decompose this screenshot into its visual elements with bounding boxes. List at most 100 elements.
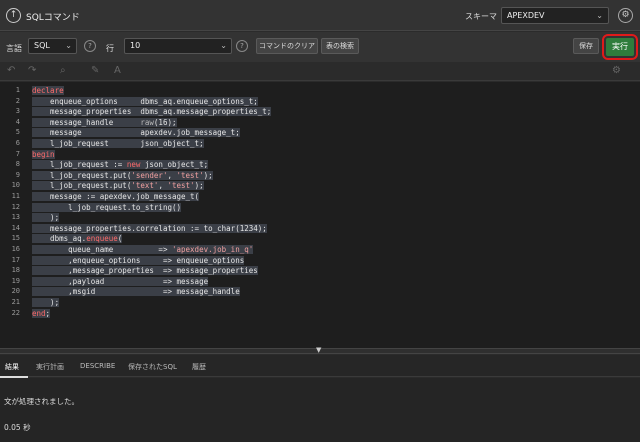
code-token: new bbox=[126, 160, 141, 170]
line-number: 19 bbox=[11, 276, 20, 285]
code-line[interactable]: message_handle raw(16); bbox=[32, 117, 177, 127]
code-line[interactable]: begin bbox=[32, 149, 55, 159]
code-line[interactable]: message apexdev.job_message_t; bbox=[32, 128, 240, 138]
code-token: message := apexdev.job_message_t( bbox=[32, 192, 200, 201]
code-line[interactable]: declare bbox=[32, 86, 64, 95]
results-tabs: 結果 実行計画 DESCRIBE 保存されたSQL 履歴 bbox=[0, 355, 640, 377]
line-number: 1 bbox=[15, 86, 20, 94]
code-line[interactable]: ,enqueue_options => enqueue_options bbox=[32, 255, 245, 265]
code-line[interactable]: message_properties dbms_aq.message_prope… bbox=[32, 107, 272, 117]
results-panel: 文が処理されました。 0.05 秒 bbox=[0, 378, 640, 442]
code-token: l_job_request.to_string() bbox=[32, 202, 182, 212]
code-line[interactable]: l_job_request.put('text', 'test'); bbox=[32, 181, 204, 191]
rows-label: 行 bbox=[106, 44, 114, 53]
code-token: json_object_t; bbox=[140, 160, 209, 170]
find-tables-button[interactable]: 表の検索 bbox=[321, 38, 359, 54]
tab-2[interactable]: DESCRIBE bbox=[80, 362, 115, 370]
code-token: message apexdev.job_message_t; bbox=[32, 128, 240, 138]
code-token: queue_name => bbox=[32, 245, 172, 254]
rows-value: 10 bbox=[130, 41, 141, 50]
undo-icon[interactable]: ↶ bbox=[7, 65, 15, 76]
line-number-gutter: 1 2 3 4 5 6 7 8 9 10 11 12 13 14 15 16 17 18 19 20 21 22 bbox=[0, 82, 24, 348]
code-line[interactable]: dbms_aq.enqueue( bbox=[32, 234, 123, 244]
code-line[interactable]: ); bbox=[32, 298, 60, 307]
selected-text: l_job_request.put('sender', 'test'); bbox=[32, 170, 213, 180]
code-token: ,enqueue_options => enqueue_options bbox=[32, 255, 245, 265]
text-format-icon[interactable]: A bbox=[114, 65, 121, 76]
code-line[interactable]: message_properties.correlation := to_cha… bbox=[32, 223, 267, 233]
page-title: SQLコマンド bbox=[26, 13, 80, 23]
code-editor[interactable]: 1 2 3 4 5 6 7 8 9 10 11 12 13 14 15 16 17 18 19 20 21 22 decl… bbox=[0, 82, 640, 348]
code-line[interactable]: ,payload => message bbox=[32, 276, 209, 286]
settings-icon[interactable]: ⚙ bbox=[618, 8, 633, 23]
rows-input[interactable]: 10 ⌄ bbox=[124, 38, 232, 54]
selected-text: ,payload => message bbox=[32, 276, 209, 286]
code-line[interactable]: ,msgid => message_handle bbox=[32, 287, 240, 297]
line-number: 15 bbox=[11, 234, 20, 243]
code-token: ,message_properties => message_propertie… bbox=[32, 266, 258, 276]
collapse-arrow-icon[interactable]: ▼ bbox=[316, 346, 321, 354]
code-token: l_job_request := bbox=[32, 160, 127, 170]
code-token: ; bbox=[45, 308, 51, 318]
top-bar: ↑ SQLコマンド スキーマ APEXDEV ⌄ ⚙ bbox=[0, 0, 640, 31]
line-number: 11 bbox=[11, 192, 20, 200]
selected-text: message := apexdev.job_message_t( bbox=[32, 192, 200, 201]
line-number: 4 bbox=[15, 117, 20, 126]
line-number: 3 bbox=[15, 107, 20, 116]
code-line[interactable]: ,message_properties => message_propertie… bbox=[32, 266, 258, 276]
wrench-icon[interactable]: ✎ bbox=[91, 65, 99, 76]
code-line[interactable]: l_job_request.to_string() bbox=[32, 202, 182, 212]
selected-text: dbms_aq.enqueue( bbox=[32, 234, 123, 244]
code-token: (16); bbox=[153, 117, 177, 127]
code-line[interactable]: l_job_request := new json_object_t; bbox=[32, 160, 209, 170]
code-token: message_properties dbms_aq.message_prope… bbox=[32, 107, 272, 117]
code-line[interactable]: message := apexdev.job_message_t( bbox=[32, 192, 200, 201]
editor-settings-icon[interactable]: ⚙ bbox=[612, 65, 621, 76]
save-button[interactable]: 保存 bbox=[573, 38, 599, 54]
code-token: 'test' bbox=[176, 170, 204, 180]
selected-text: begin bbox=[32, 149, 55, 159]
language-select[interactable]: SQL ⌄ bbox=[28, 38, 77, 54]
code-token: ,msgid => message_handle bbox=[32, 287, 240, 297]
schema-select[interactable]: APEXDEV ⌄ bbox=[501, 7, 609, 24]
code-token: dbms_aq. bbox=[32, 234, 87, 244]
selected-text: l_job_request.to_string() bbox=[32, 202, 182, 212]
selected-text: message_properties dbms_aq.message_prope… bbox=[32, 107, 272, 117]
editor-toolbar: ↶ ↷ ⌕ ✎ A ⚙ bbox=[0, 62, 640, 81]
tab-0[interactable]: 結果 bbox=[5, 362, 19, 372]
code-line[interactable]: enqueue_options dbms_aq.enqueue_options_… bbox=[32, 96, 258, 106]
code-line[interactable]: end; bbox=[32, 308, 51, 318]
code-token: begin bbox=[32, 149, 55, 159]
clear-command-button[interactable]: コマンドのクリア bbox=[256, 38, 318, 54]
pane-splitter[interactable]: ▼ bbox=[0, 346, 640, 354]
help-icon[interactable]: ? bbox=[84, 40, 96, 52]
code-line[interactable]: l_job_request.put('sender', 'test'); bbox=[32, 170, 213, 180]
code-line[interactable]: l_job_request json_object_t; bbox=[32, 139, 204, 148]
line-number: 8 bbox=[15, 160, 20, 169]
code-token: l_job_request json_object_t; bbox=[32, 139, 204, 148]
line-number: 2 bbox=[15, 96, 20, 105]
selected-text: ); bbox=[32, 298, 60, 307]
code-token: message_properties.correlation := to_cha… bbox=[32, 223, 267, 233]
redo-icon[interactable]: ↷ bbox=[28, 65, 36, 76]
help-icon[interactable]: ? bbox=[236, 40, 248, 52]
code-token: enqueue_options dbms_aq.enqueue_options_… bbox=[32, 96, 258, 106]
run-button[interactable]: 実行 bbox=[606, 38, 634, 56]
arrow-up-icon[interactable]: ↑ bbox=[6, 8, 21, 23]
search-icon[interactable]: ⌕ bbox=[60, 65, 66, 76]
tab-1[interactable]: 実行計画 bbox=[36, 362, 64, 372]
code-token: ( bbox=[117, 234, 123, 244]
tab-3[interactable]: 保存されたSQL bbox=[128, 362, 177, 372]
chevron-down-icon: ⌄ bbox=[65, 41, 72, 50]
selected-text: enqueue_options dbms_aq.enqueue_options_… bbox=[32, 96, 258, 106]
line-number: 7 bbox=[15, 149, 20, 158]
code-line[interactable]: ); bbox=[32, 213, 60, 223]
line-number: 13 bbox=[11, 213, 20, 222]
code-token: message_handle bbox=[32, 117, 141, 127]
code-line[interactable]: queue_name => 'apexdev.job_in_q' bbox=[32, 245, 254, 254]
line-number: 20 bbox=[11, 287, 20, 296]
code-token: enqueue bbox=[86, 234, 118, 244]
tab-4[interactable]: 履歴 bbox=[192, 362, 206, 372]
selected-text: l_job_request json_object_t; bbox=[32, 139, 204, 148]
selected-text: queue_name => 'apexdev.job_in_q' bbox=[32, 245, 254, 254]
